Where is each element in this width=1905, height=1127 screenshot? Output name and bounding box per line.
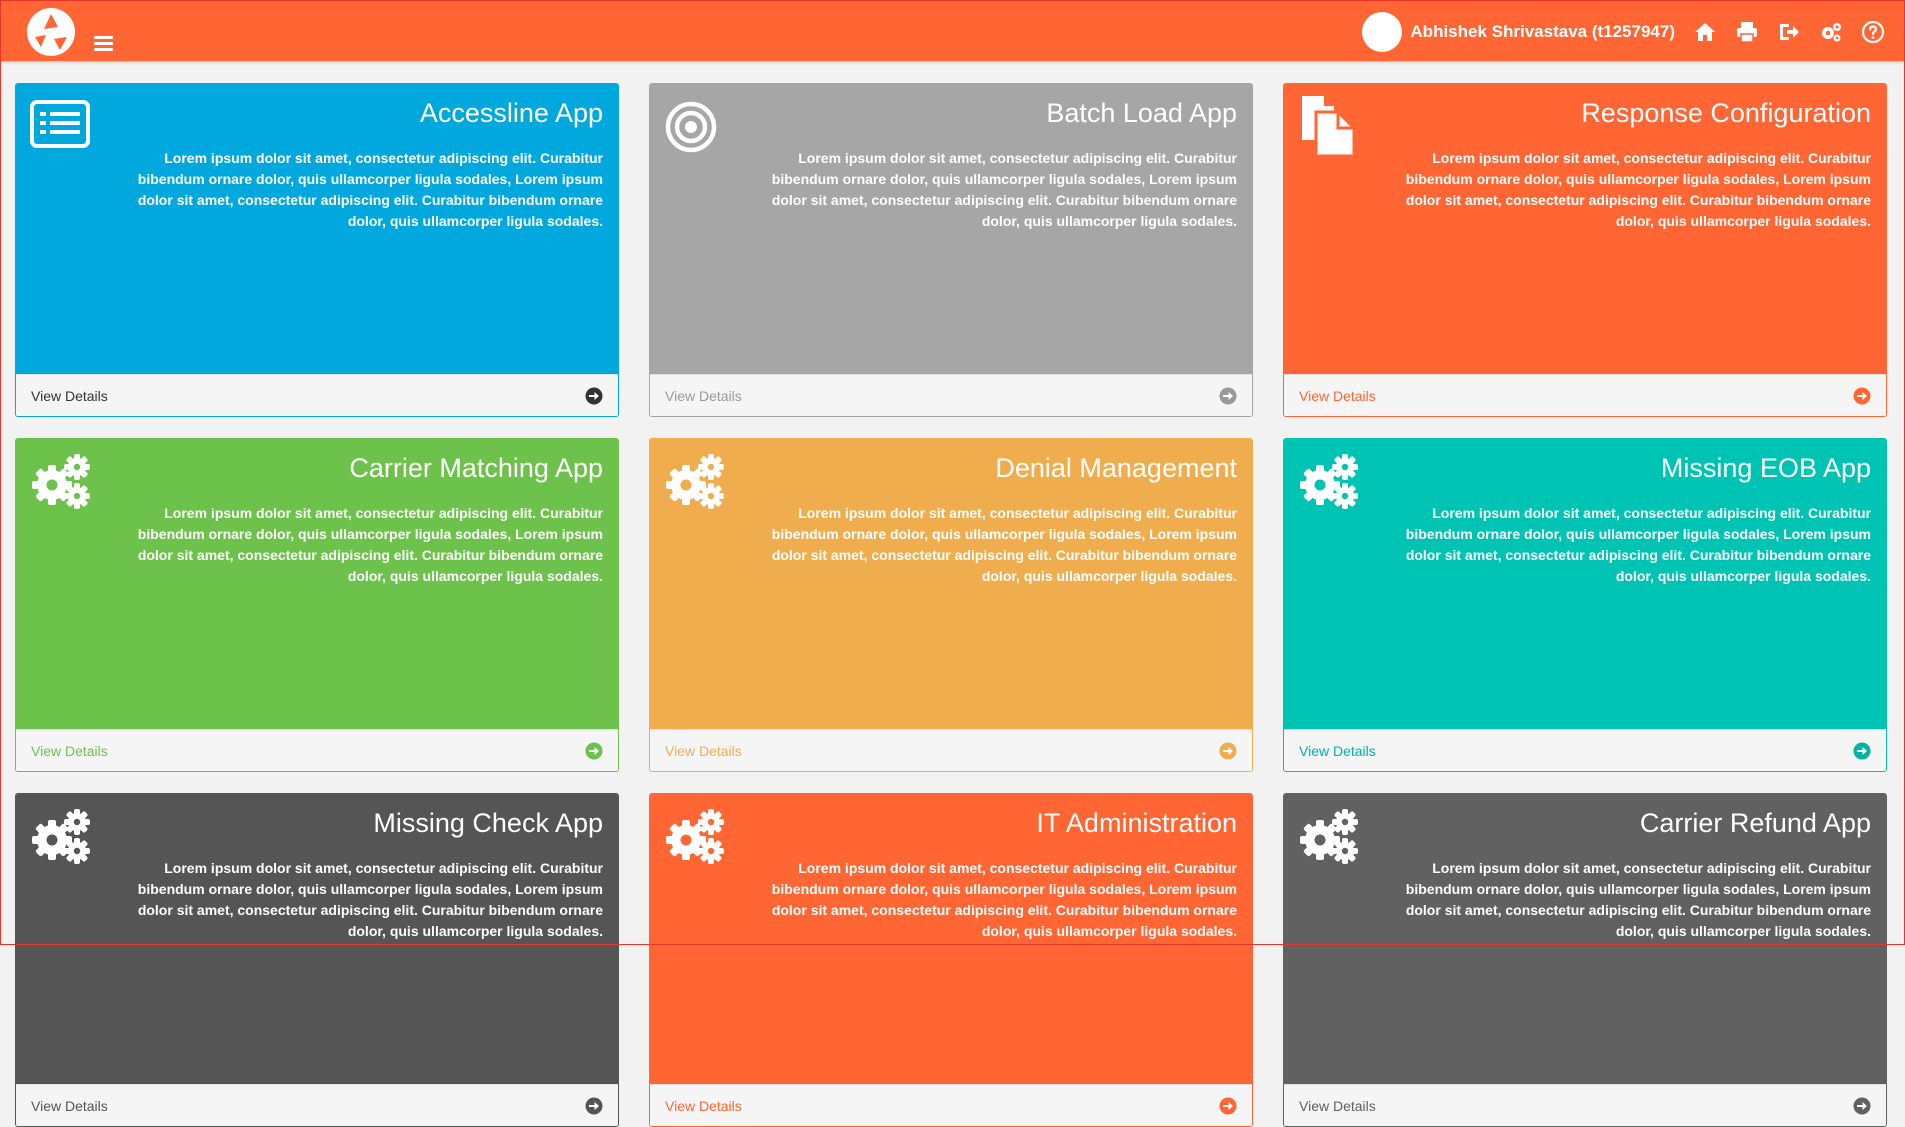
card-header: Carrier Matching App Lorem ipsum dolor si…: [16, 439, 618, 729]
arrow-circle-right-icon[interactable]: [585, 1097, 603, 1115]
app-card[interactable]: Carrier Refund App Lorem ipsum dolor sit …: [1283, 793, 1887, 1127]
view-details-link[interactable]: View Details: [1284, 374, 1886, 416]
card-header: Denial Management Lorem ipsum dolor sit a…: [650, 439, 1252, 729]
card-description: Lorem ipsum dolor sit amet, consectetur …: [771, 860, 1237, 939]
card-description: Lorem ipsum dolor sit amet, consectetur …: [137, 860, 603, 939]
arrow-circle-right-icon[interactable]: [1853, 742, 1871, 760]
arrow-circle-right-icon[interactable]: [585, 742, 603, 760]
view-details-label[interactable]: View Details: [665, 388, 742, 404]
app-card[interactable]: Denial Management Lorem ipsum dolor sit a…: [649, 438, 1253, 772]
app-card-grid: Accessline App Lorem ipsum dolor sit amet…: [15, 83, 1887, 1127]
app-card[interactable]: Carrier Matching App Lorem ipsum dolor si…: [15, 438, 619, 772]
view-details-label[interactable]: View Details: [31, 1098, 108, 1114]
card-title: Response Configuration: [1581, 98, 1871, 128]
card-description: Lorem ipsum dolor sit amet, consectetur …: [1405, 505, 1871, 584]
menu-toggle-icon[interactable]: [94, 36, 113, 52]
gears-icon: [1298, 804, 1360, 866]
gears-icon: [664, 804, 726, 866]
arrow-circle-right-icon[interactable]: [1853, 387, 1871, 405]
card-header: Accessline App Lorem ipsum dolor sit amet…: [16, 84, 618, 374]
view-details-link[interactable]: View Details: [650, 729, 1252, 771]
gears-icon: [664, 449, 726, 511]
view-details-label[interactable]: View Details: [665, 1098, 742, 1114]
card-title: Missing Check App: [373, 808, 603, 838]
card-header: Batch Load App Lorem ipsum dolor sit amet…: [650, 84, 1252, 374]
app-card[interactable]: Missing Check App Lorem ipsum dolor sit a…: [15, 793, 619, 1127]
app-card[interactable]: IT Administration Lorem ipsum dolor sit a…: [649, 793, 1253, 1127]
view-details-link[interactable]: View Details: [650, 374, 1252, 416]
logo-icon[interactable]: [26, 7, 76, 57]
list-icon: [30, 94, 92, 156]
card-header: Missing Check App Lorem ipsum dolor sit a…: [16, 794, 618, 1084]
target-icon: [664, 94, 726, 156]
arrow-circle-right-icon[interactable]: [1219, 742, 1237, 760]
card-description: Lorem ipsum dolor sit amet, consectetur …: [771, 505, 1237, 584]
view-details-label[interactable]: View Details: [665, 743, 742, 759]
card-description: Lorem ipsum dolor sit amet, consectetur …: [1405, 150, 1871, 229]
card-description: Lorem ipsum dolor sit amet, consectetur …: [771, 150, 1237, 229]
view-details-label[interactable]: View Details: [1299, 1098, 1376, 1114]
arrow-circle-right-icon[interactable]: [1219, 387, 1237, 405]
view-details-link[interactable]: View Details: [1284, 729, 1886, 771]
view-details-link[interactable]: View Details: [650, 1084, 1252, 1126]
avatar[interactable]: [1362, 12, 1403, 52]
card-title: Carrier Matching App: [349, 453, 603, 483]
card-title: Missing EOB App: [1660, 453, 1871, 483]
card-description: Lorem ipsum dolor sit amet, consectetur …: [1405, 860, 1871, 939]
view-details-link[interactable]: View Details: [16, 729, 618, 771]
top-navbar: Abhishek Shrivastava (t1257947): [0, 0, 1905, 61]
card-header: IT Administration Lorem ipsum dolor sit a…: [650, 794, 1252, 1084]
gears-icon: [30, 449, 92, 511]
card-title: Batch Load App: [1046, 98, 1237, 128]
gears-icon: [1298, 449, 1360, 511]
help-icon[interactable]: [1861, 20, 1885, 44]
view-details-link[interactable]: View Details: [1284, 1084, 1886, 1126]
home-icon[interactable]: [1693, 20, 1717, 44]
user-name: Abhishek Shrivastava (t1257947): [1410, 22, 1675, 41]
settings-icon[interactable]: [1819, 20, 1843, 44]
card-header: Carrier Refund App Lorem ipsum dolor sit …: [1284, 794, 1886, 1084]
card-title: IT Administration: [1036, 808, 1237, 838]
view-details-label[interactable]: View Details: [1299, 743, 1376, 759]
app-card[interactable]: Accessline App Lorem ipsum dolor sit amet…: [15, 83, 619, 417]
view-details-label[interactable]: View Details: [1299, 388, 1376, 404]
arrow-circle-right-icon[interactable]: [1853, 1097, 1871, 1115]
card-description: Lorem ipsum dolor sit amet, consectetur …: [137, 505, 603, 584]
card-header: Response Configuration Lorem ipsum dolor …: [1284, 84, 1886, 374]
card-title: Accessline App: [419, 98, 603, 128]
card-title: Denial Management: [995, 453, 1237, 483]
logout-icon[interactable]: [1777, 20, 1801, 44]
documents-icon: [1298, 94, 1360, 158]
view-details-label[interactable]: View Details: [31, 743, 108, 759]
card-description: Lorem ipsum dolor sit amet, consectetur …: [137, 150, 603, 229]
app-card[interactable]: Missing EOB App Lorem ipsum dolor sit ame…: [1283, 438, 1887, 772]
view-details-label[interactable]: View Details: [31, 388, 108, 404]
arrow-circle-right-icon[interactable]: [585, 387, 603, 405]
card-header: Missing EOB App Lorem ipsum dolor sit ame…: [1284, 439, 1886, 729]
print-icon[interactable]: [1735, 20, 1759, 44]
card-title: Carrier Refund App: [1639, 808, 1871, 838]
arrow-circle-right-icon[interactable]: [1219, 1097, 1237, 1115]
user-profile[interactable]: Abhishek Shrivastava (t1257947): [1362, 12, 1675, 52]
app-card[interactable]: Response Configuration Lorem ipsum dolor …: [1283, 83, 1887, 417]
toolbar-icons: [1693, 20, 1885, 44]
view-details-link[interactable]: View Details: [16, 1084, 618, 1126]
gears-icon: [30, 804, 92, 866]
view-details-link[interactable]: View Details: [16, 374, 618, 416]
app-card[interactable]: Batch Load App Lorem ipsum dolor sit amet…: [649, 83, 1253, 417]
